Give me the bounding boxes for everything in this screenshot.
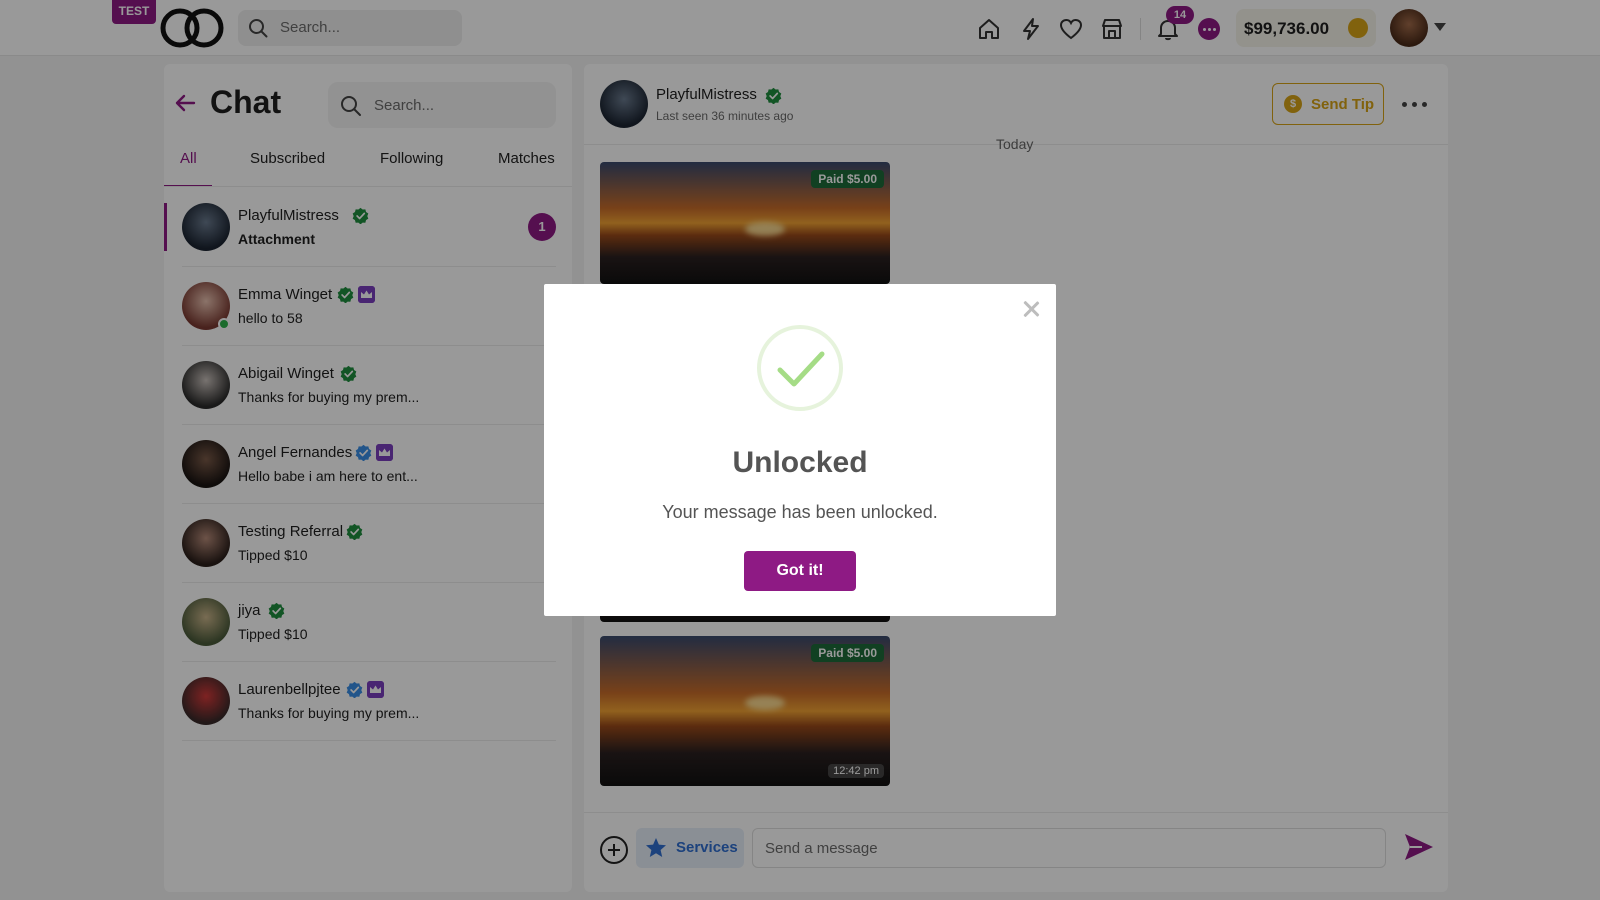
success-check-icon: [757, 325, 843, 411]
unlocked-dialog: Unlocked Your message has been unlocked.…: [544, 284, 1056, 616]
dialog-message: Your message has been unlocked.: [662, 502, 938, 522]
got-it-button[interactable]: Got it!: [744, 551, 856, 591]
dialog-title: Unlocked: [732, 446, 868, 479]
close-icon[interactable]: [1020, 298, 1042, 320]
